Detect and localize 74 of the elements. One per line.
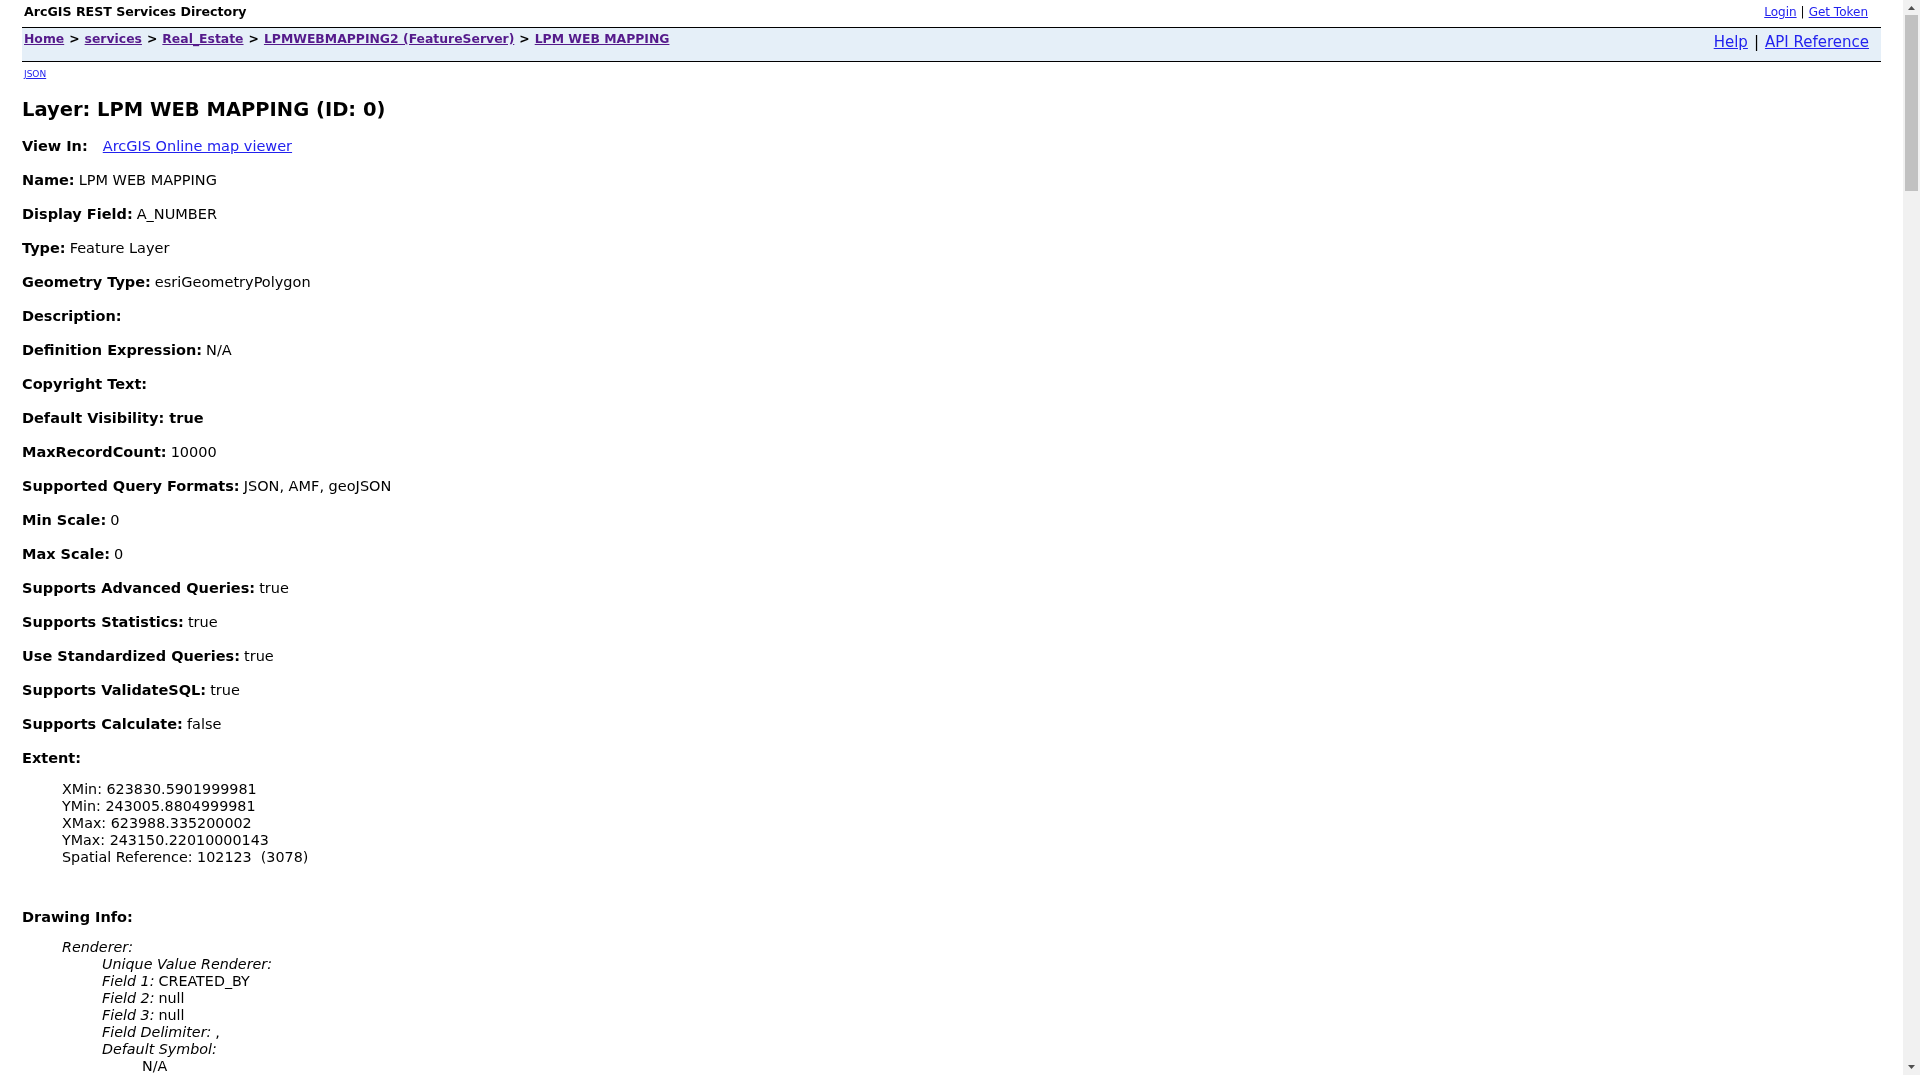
field-label: Min Scale: bbox=[22, 512, 107, 528]
scroll-up-icon[interactable] bbox=[1908, 6, 1915, 10]
link-separator: | bbox=[1753, 33, 1759, 51]
field-label: Supported Query Formats: bbox=[22, 478, 240, 494]
header-link[interactable]: Login bbox=[1764, 5, 1797, 19]
breadcrumb-link[interactable]: LPM WEB MAPPING bbox=[534, 31, 670, 47]
field-label: Extent: bbox=[22, 750, 82, 766]
renderer-field-label: Field Delimiter: bbox=[102, 1024, 212, 1040]
field-label: Geometry Type: bbox=[22, 274, 151, 290]
field-value: true bbox=[210, 682, 240, 698]
field-label: Default Visibility: true bbox=[22, 410, 204, 426]
section-label: Drawing Info: bbox=[22, 909, 133, 925]
site-title: ArcGIS REST Services Directory bbox=[24, 3, 247, 19]
breadcrumb-link[interactable]: LPMWEBMAPPING2 (FeatureServer) bbox=[263, 31, 515, 47]
renderer-type: Unique Value Renderer: bbox=[102, 956, 272, 972]
field-value: LPM WEB MAPPING bbox=[78, 172, 217, 188]
field-value: A_NUMBER bbox=[136, 206, 217, 222]
field-label: View In: bbox=[22, 138, 88, 154]
extent-line: XMax: 623988.335200002 bbox=[62, 815, 252, 832]
extent-line: YMin: 243005.8804999981 bbox=[62, 798, 256, 815]
field-value: JSON, AMF, geoJSON bbox=[243, 478, 392, 494]
renderer-field-value: , bbox=[215, 1024, 220, 1040]
field-label: Supports Advanced Queries: bbox=[22, 580, 256, 596]
renderer-field-value: CREATED_BY bbox=[158, 973, 250, 989]
field-label: Use Standardized Queries: bbox=[22, 648, 240, 664]
breadcrumb-link[interactable]: Home bbox=[24, 31, 65, 47]
field-label: Supports Statistics: bbox=[22, 614, 184, 630]
breadcrumb-separator: > bbox=[519, 31, 530, 47]
scrollbar-thumb[interactable] bbox=[1905, 15, 1918, 191]
field-label: Type: bbox=[22, 240, 66, 256]
field-label: Supports Calculate: bbox=[22, 716, 183, 732]
scroll-down-icon[interactable] bbox=[1908, 1065, 1915, 1069]
field-value: true bbox=[259, 580, 289, 596]
format-link[interactable]: JSON bbox=[24, 68, 47, 80]
renderer-field-value: null bbox=[158, 990, 185, 1006]
renderer-field-label: Field 1: bbox=[102, 973, 155, 989]
breadcrumb-link[interactable]: Real_Estate bbox=[162, 31, 244, 47]
map-viewer-link[interactable]: ArcGIS Online map viewer bbox=[102, 138, 293, 154]
field-value: esriGeometryPolygon bbox=[154, 274, 311, 290]
extent-line: YMax: 243150.22010000143 bbox=[62, 832, 269, 849]
extent-line: Spatial Reference: 102123 (3078) bbox=[62, 849, 309, 866]
field-value: 10000 bbox=[170, 444, 217, 460]
field-value: Feature Layer bbox=[69, 240, 170, 256]
field-label: Copyright Text: bbox=[22, 376, 148, 392]
symbol-label: Default Symbol: bbox=[102, 1041, 217, 1057]
field-value: true bbox=[244, 648, 274, 664]
field-value: false bbox=[186, 716, 222, 732]
field-label: Supports ValidateSQL: bbox=[22, 682, 207, 698]
breadcrumb-separator: > bbox=[146, 31, 158, 47]
link-separator: | bbox=[1800, 5, 1805, 19]
page-heading: Layer: LPM WEB MAPPING (ID: 0) bbox=[22, 98, 386, 122]
renderer-field-label: Field 3: bbox=[102, 1007, 155, 1023]
breadcrumb-link[interactable]: services bbox=[84, 31, 142, 47]
renderer-label: Renderer: bbox=[62, 939, 134, 955]
extent-line: XMin: 623830.5901999981 bbox=[62, 781, 257, 798]
field-label: Description: bbox=[22, 308, 122, 324]
field-value: 0 bbox=[110, 512, 120, 528]
field-label: Name: bbox=[22, 172, 75, 188]
breadcrumb-separator: > bbox=[69, 31, 80, 47]
field-label: Max Scale: bbox=[22, 546, 111, 562]
help-link[interactable]: Help bbox=[1713, 33, 1748, 51]
field-label: Definition Expression: bbox=[22, 342, 203, 358]
renderer-field-value: null bbox=[158, 1007, 185, 1023]
field-value: true bbox=[187, 614, 218, 630]
breadcrumb-separator: > bbox=[248, 31, 259, 47]
field-value: N/A bbox=[206, 342, 232, 358]
help-link[interactable]: API Reference bbox=[1764, 33, 1869, 51]
field-label: MaxRecordCount: bbox=[22, 444, 167, 460]
header-link[interactable]: Get Token bbox=[1808, 5, 1868, 19]
field-value: 0 bbox=[114, 546, 124, 562]
symbol-value: N/A bbox=[142, 1058, 168, 1074]
scrollbar[interactable] bbox=[1903, 0, 1920, 1075]
renderer-field-label: Field 2: bbox=[102, 990, 155, 1006]
field-label: Display Field: bbox=[22, 206, 133, 222]
